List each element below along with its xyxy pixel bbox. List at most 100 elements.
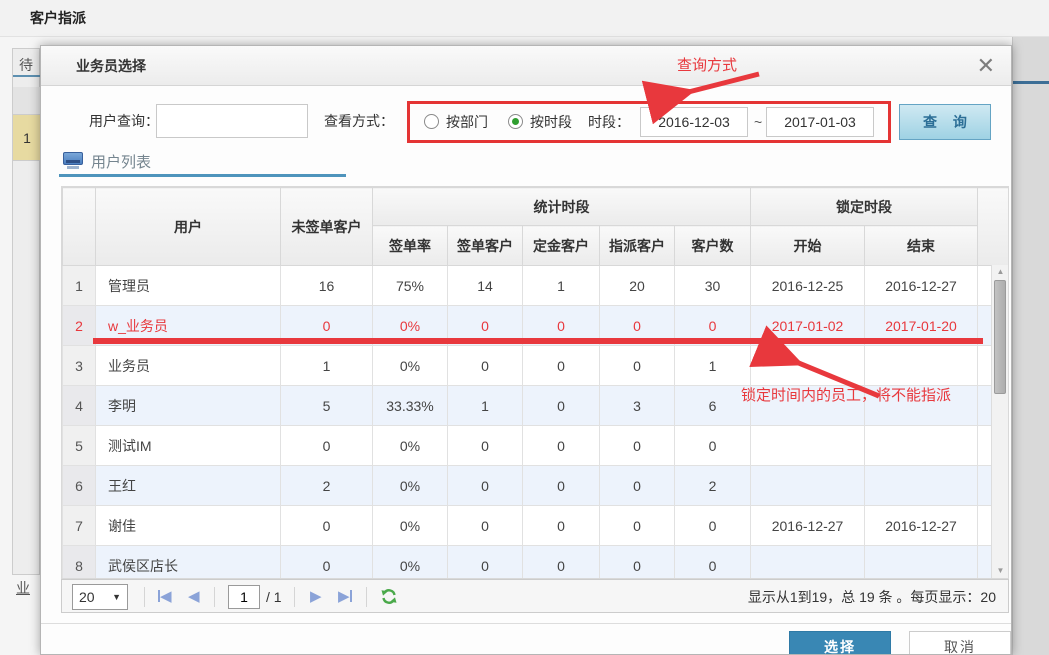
annotation-lock-note: 锁定时间内的员工，将不能指派	[741, 384, 951, 405]
date-from-input[interactable]	[640, 107, 748, 137]
next-page-button[interactable]: ▶	[310, 585, 322, 609]
table-row[interactable]: 7谢佳00%00002016-12-272016-12-27	[63, 506, 1010, 546]
table-cell[interactable]: 1	[448, 386, 523, 426]
table-cell[interactable]: 0	[281, 506, 373, 546]
table-cell[interactable]	[751, 426, 865, 466]
table-cell[interactable]: 0%	[373, 506, 448, 546]
table-cell[interactable]: 0	[523, 466, 600, 506]
table-cell[interactable]: 谢佳	[96, 506, 281, 546]
table-cell[interactable]: 0%	[373, 426, 448, 466]
table-cell[interactable]: 0	[600, 346, 675, 386]
table-cell[interactable]	[865, 546, 978, 580]
pagination-bar: 20 ▼ ◀ ◀ / 1 ▶ ▶ 显示从1到19，总 19 条 。每页显示：20	[61, 579, 1009, 613]
prev-page-button[interactable]: ◀	[188, 585, 200, 609]
table-cell[interactable]: 0	[448, 346, 523, 386]
table-scrollbar[interactable]: ▲ ▼	[991, 265, 1008, 578]
scrollbar-thumb[interactable]	[994, 280, 1006, 394]
table-cell[interactable]: 2016-12-25	[751, 266, 865, 306]
table-cell[interactable]: 1	[523, 266, 600, 306]
table-cell[interactable]	[865, 426, 978, 466]
table-cell[interactable]: 1	[281, 346, 373, 386]
table-cell[interactable]: 75%	[373, 266, 448, 306]
table-cell[interactable]: 0	[281, 426, 373, 466]
radio-by-period-label[interactable]: 按时段	[530, 104, 572, 140]
table-cell[interactable]: 33.33%	[373, 386, 448, 426]
table-row[interactable]: 1管理员1675%14120302016-12-252016-12-27	[63, 266, 1010, 306]
table-cell[interactable]: 5	[281, 386, 373, 426]
date-to-input[interactable]	[766, 107, 874, 137]
table-row[interactable]: 3业务员10%0001	[63, 346, 1010, 386]
table-cell[interactable]: 0	[448, 546, 523, 580]
table-cell[interactable]: 3	[600, 386, 675, 426]
table-cell[interactable]: 管理员	[96, 266, 281, 306]
query-button[interactable]: 查 询	[899, 104, 991, 140]
table-cell[interactable]: 0	[448, 506, 523, 546]
table-cell[interactable]: 2016-12-27	[865, 266, 978, 306]
table-row[interactable]: 8武侯区店长00%0000	[63, 546, 1010, 580]
table-cell[interactable]: 6	[675, 386, 751, 426]
table-cell[interactable]: 0	[523, 426, 600, 466]
first-page-button[interactable]: ◀	[158, 585, 172, 609]
table-cell[interactable]: 0	[600, 466, 675, 506]
table-cell[interactable]: 李明	[96, 386, 281, 426]
table-cell[interactable]: 0	[600, 426, 675, 466]
background-divider	[1013, 81, 1049, 84]
table-cell[interactable]: 0	[523, 506, 600, 546]
table-cell[interactable]: 业务员	[96, 346, 281, 386]
table-cell[interactable]: 1	[675, 346, 751, 386]
table-cell[interactable]: 2016-12-27	[751, 506, 865, 546]
table-cell[interactable]: 0	[523, 346, 600, 386]
last-page-button[interactable]: ▶	[338, 585, 352, 609]
table-cell[interactable]: 0	[523, 386, 600, 426]
table-cell[interactable]: 0	[600, 506, 675, 546]
table-cell[interactable]: 30	[675, 266, 751, 306]
table-cell[interactable]: 16	[281, 266, 373, 306]
query-mode-highlight-box: 按部门 按时段 时段： ~	[407, 101, 891, 143]
table-cell[interactable]: 0	[600, 546, 675, 580]
table-cell[interactable]: 0%	[373, 466, 448, 506]
table-cell[interactable]: 0	[675, 546, 751, 580]
table-row[interactable]: 5测试IM00%0000	[63, 426, 1010, 466]
table-cell[interactable]: 2016-12-27	[865, 506, 978, 546]
page-size-select[interactable]: 20 ▼	[72, 584, 128, 610]
table-cell[interactable]: 0%	[373, 346, 448, 386]
table-cell[interactable]	[751, 466, 865, 506]
table-cell[interactable]: 0%	[373, 546, 448, 580]
page-number-input[interactable]	[228, 585, 260, 609]
background-bottom-link[interactable]: 业	[16, 578, 40, 598]
table-cell[interactable]	[751, 546, 865, 580]
cancel-button[interactable]: 取消	[909, 631, 1011, 655]
table-cell[interactable]: 0	[448, 426, 523, 466]
table-cell[interactable]: 0	[675, 506, 751, 546]
page-total-label: / 1	[266, 580, 282, 614]
table-cell[interactable]: 0	[675, 426, 751, 466]
radio-by-department[interactable]	[424, 114, 439, 129]
table-cell[interactable]: 2	[675, 466, 751, 506]
table-cell[interactable]: 20	[600, 266, 675, 306]
table-cell[interactable]	[865, 466, 978, 506]
column-header-start: 开始	[751, 226, 865, 266]
table-row[interactable]: 6王红20%0002	[63, 466, 1010, 506]
table-cell[interactable]: 测试IM	[96, 426, 281, 466]
radio-by-department-label[interactable]: 按部门	[446, 104, 488, 140]
scroll-down-icon[interactable]: ▼	[992, 564, 1009, 578]
refresh-icon[interactable]	[380, 588, 398, 608]
table-cell[interactable]: 王红	[96, 466, 281, 506]
radio-by-period[interactable]	[508, 114, 523, 129]
table-cell[interactable]: 2	[281, 466, 373, 506]
table-cell[interactable]: 0	[448, 466, 523, 506]
tab-customer-assignment[interactable]: 客户指派	[30, 0, 86, 37]
user-query-input[interactable]	[156, 104, 308, 138]
group-header-lock-period: 锁定时段	[751, 188, 978, 226]
row-number: 7	[63, 506, 96, 546]
table-cell[interactable]: 14	[448, 266, 523, 306]
table-cell[interactable]	[751, 346, 865, 386]
scroll-up-icon[interactable]: ▲	[992, 265, 1009, 279]
table-cell[interactable]: 0	[523, 546, 600, 580]
close-icon[interactable]: ✕	[977, 53, 995, 79]
table-cell[interactable]: 0	[281, 546, 373, 580]
row-number: 5	[63, 426, 96, 466]
table-cell[interactable]	[865, 346, 978, 386]
select-button[interactable]: 选择	[789, 631, 891, 655]
table-cell[interactable]: 武侯区店长	[96, 546, 281, 580]
